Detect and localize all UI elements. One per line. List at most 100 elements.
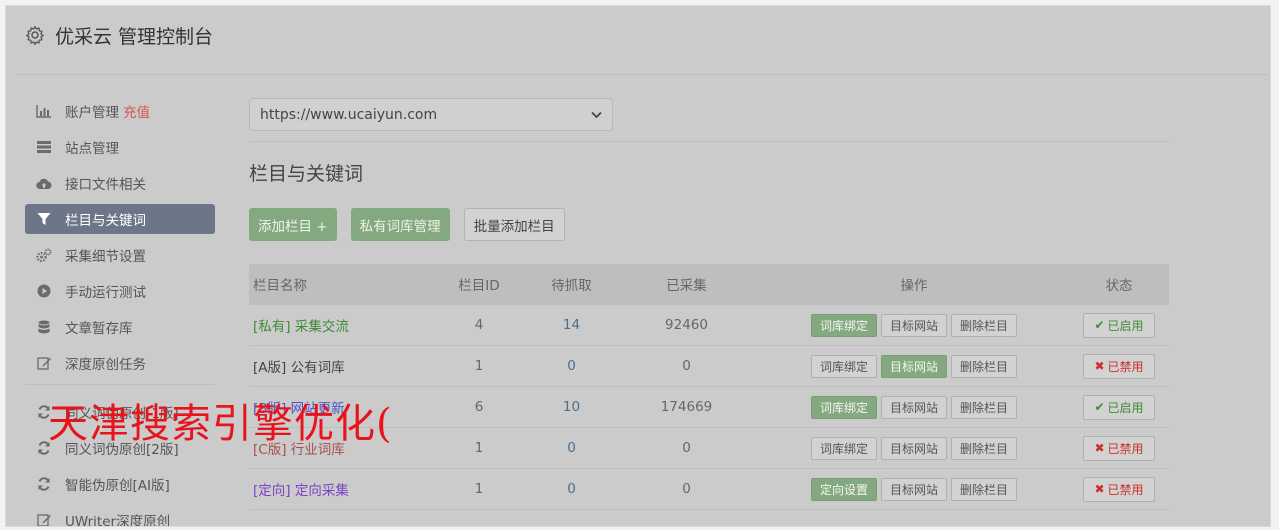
sidebar: 账户管理 充值 站点管理 接口文件相关 栏目与关键词 采集细节设置 手动运行测试…: [25, 96, 215, 527]
target-site-button[interactable]: 目标网站: [880, 436, 947, 460]
sidebar-item-collect-settings[interactable]: 采集细节设置: [25, 240, 215, 270]
target-site-button[interactable]: 目标网站: [880, 354, 947, 378]
bar-chart-icon: [36, 103, 52, 119]
sidebar-item-label: 智能伪原创[AI版]: [65, 478, 170, 494]
column-tag: [定向]: [253, 483, 291, 499]
status-label: 已启用: [1107, 318, 1144, 333]
database-icon: [36, 319, 52, 335]
pending-count[interactable]: 0: [567, 440, 576, 456]
edit-icon: [36, 512, 52, 526]
check-icon: ✔: [1094, 318, 1105, 332]
section-title: 栏目与关键词: [249, 163, 364, 185]
column-id: 1: [429, 468, 529, 510]
column-name: 定向采集: [294, 483, 349, 499]
refresh-icon: [36, 476, 52, 492]
column-id: 1: [429, 345, 529, 387]
delete-column-button[interactable]: 删除栏目: [951, 436, 1018, 460]
status-badge[interactable]: ✔ 已启用: [1083, 394, 1155, 420]
cross-icon: ✖: [1094, 359, 1105, 373]
column-name-cell: [A版] 公有词库: [249, 345, 429, 387]
columns-table: 栏目名称 栏目ID 待抓取 已采集 操作 状态 [私有] 采集交流 4 14 9246…: [249, 264, 1169, 510]
private-lexicon-button[interactable]: 私有词库管理: [350, 208, 450, 241]
status-label: 已禁用: [1107, 482, 1144, 497]
collected-count: 174669: [614, 386, 759, 428]
sidebar-item-account[interactable]: 账户管理 充值: [25, 96, 215, 126]
batch-add-button[interactable]: 批量添加栏目: [463, 208, 565, 241]
pending-count[interactable]: 10: [563, 399, 580, 415]
collected-count: 0: [614, 345, 759, 387]
sidebar-item-sites[interactable]: 站点管理: [25, 132, 215, 162]
site-select[interactable]: https://www.ucaiyun.com: [249, 98, 613, 131]
edit-icon: [36, 355, 52, 371]
cross-icon: ✖: [1094, 441, 1105, 455]
sidebar-item-label: UWriter深度原创: [65, 514, 171, 527]
table-header-row: 栏目名称 栏目ID 待抓取 已采集 操作 状态: [249, 264, 1169, 305]
collected-count: 0: [614, 468, 759, 510]
sidebar-item-label: 站点管理: [65, 141, 119, 157]
lexicon-bind-button[interactable]: 定向设置: [810, 477, 877, 501]
col-header-id: 栏目ID: [429, 264, 529, 305]
sidebar-item-label: 文章暂存库: [65, 321, 133, 337]
status-label: 已启用: [1107, 400, 1144, 415]
target-site-button[interactable]: 目标网站: [880, 313, 947, 337]
sidebar-item-label: 采集细节设置: [65, 249, 146, 265]
row-actions: 词库绑定 目标网站 删除栏目: [760, 436, 1068, 460]
sidebar-item-columns[interactable]: 栏目与关键词: [25, 204, 215, 234]
sidebar-item-deep-original[interactable]: 深度原创任务: [25, 348, 215, 378]
lexicon-bind-button[interactable]: 词库绑定: [810, 354, 877, 378]
col-header-collected: 已采集: [614, 264, 759, 305]
column-name-cell: [私有] 采集交流: [249, 304, 429, 346]
delete-column-button[interactable]: 删除栏目: [951, 395, 1018, 419]
target-site-button[interactable]: 目标网站: [880, 477, 947, 501]
sidebar-item-ai-original[interactable]: 智能伪原创[AI版]: [25, 469, 215, 499]
play-circle-icon: [36, 283, 52, 299]
sidebar-item-label: 手动运行测试: [65, 285, 146, 301]
site-select-value: https://www.ucaiyun.com: [260, 106, 438, 123]
column-id: 4: [429, 304, 529, 346]
gear-icon: [26, 25, 44, 45]
cloud-upload-icon: [36, 175, 52, 191]
table-row: [定向] 定向采集 1 0 0 定向设置 目标网站 删除栏目 ✖ 已禁用: [249, 468, 1169, 510]
lexicon-bind-button[interactable]: 词库绑定: [810, 436, 877, 460]
status-badge[interactable]: ✔ 已启用: [1083, 312, 1155, 338]
sidebar-item-uwriter[interactable]: UWriter深度原创: [25, 505, 215, 527]
col-header-status: 状态: [1069, 264, 1169, 305]
delete-column-button[interactable]: 删除栏目: [951, 313, 1018, 337]
status-badge[interactable]: ✖ 已禁用: [1083, 435, 1155, 461]
col-header-name: 栏目名称: [249, 264, 429, 305]
row-actions: 词库绑定 目标网站 删除栏目: [760, 354, 1068, 378]
lexicon-bind-button[interactable]: 词库绑定: [810, 395, 877, 419]
table-row: [私有] 采集交流 4 14 92460 词库绑定 目标网站 删除栏目 ✔ 已启用: [249, 304, 1169, 346]
delete-column-button[interactable]: 删除栏目: [951, 354, 1018, 378]
status-label: 已禁用: [1107, 359, 1144, 374]
sidebar-divider: [25, 384, 215, 385]
row-actions: 定向设置 目标网站 删除栏目: [760, 477, 1068, 501]
sidebar-item-label: 账户管理: [65, 105, 119, 121]
table-row: [A版] 公有词库 1 0 0 词库绑定 目标网站 删除栏目 ✖ 已禁用: [249, 345, 1169, 387]
sidebar-item-article-store[interactable]: 文章暂存库: [25, 312, 215, 342]
sidebar-item-manual-run[interactable]: 手动运行测试: [25, 276, 215, 306]
column-name: 采集交流: [294, 319, 349, 335]
pending-count[interactable]: 0: [567, 481, 576, 497]
lexicon-bind-button[interactable]: 词库绑定: [810, 313, 877, 337]
add-column-button[interactable]: 添加栏目 +: [249, 208, 337, 241]
column-tag: [私有]: [253, 319, 291, 335]
recharge-link[interactable]: 充值: [123, 101, 150, 121]
toolbar: 添加栏目 + 私有词库管理 批量添加栏目: [249, 208, 1169, 241]
pending-count[interactable]: 14: [563, 317, 580, 333]
status-label: 已禁用: [1107, 441, 1144, 456]
target-site-button[interactable]: 目标网站: [880, 395, 947, 419]
watermark-text: 天津搜索引擎优化(: [48, 401, 393, 447]
col-header-pending: 待抓取: [529, 264, 614, 305]
collected-count: 0: [614, 427, 759, 469]
status-badge[interactable]: ✖ 已禁用: [1083, 476, 1155, 502]
pending-count[interactable]: 0: [567, 358, 576, 374]
cogs-icon: [36, 247, 52, 263]
sidebar-item-interface[interactable]: 接口文件相关: [25, 168, 215, 198]
divider: [249, 141, 1169, 142]
sidebar-item-label: 深度原创任务: [65, 357, 146, 373]
column-name: 公有词库: [290, 360, 345, 376]
status-badge[interactable]: ✖ 已禁用: [1083, 353, 1155, 379]
collected-count: 92460: [614, 304, 759, 346]
delete-column-button[interactable]: 删除栏目: [951, 477, 1018, 501]
